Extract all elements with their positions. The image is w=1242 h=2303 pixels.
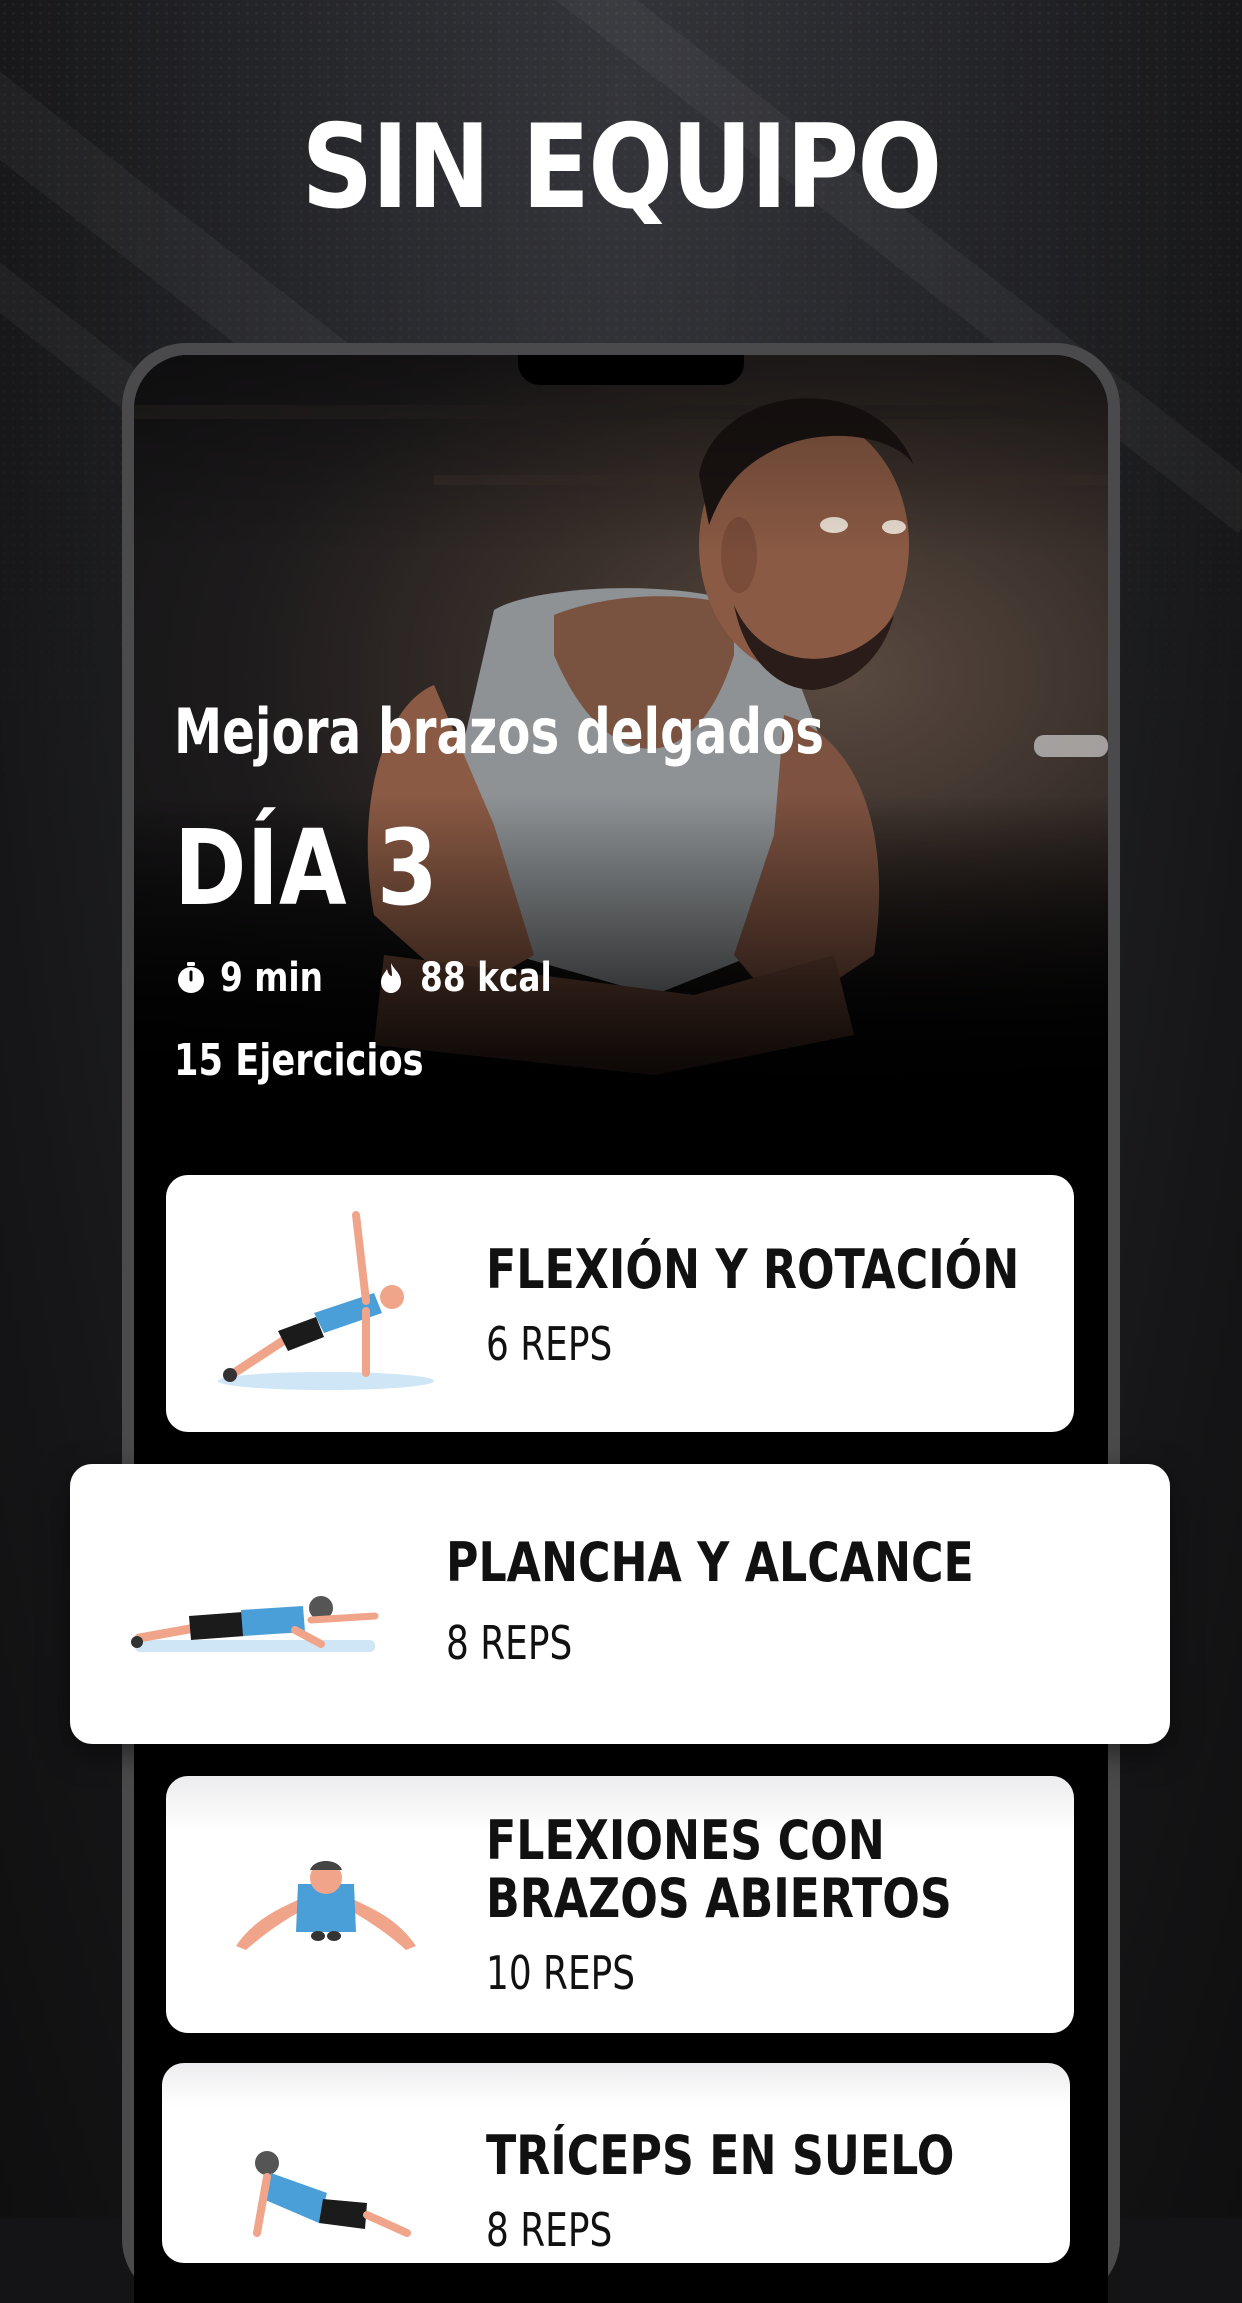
exercise-card-highlighted[interactable]: PLANCHA Y ALCANCE 8 REPS (70, 1464, 1170, 1744)
calories-stat: 88 kcal (374, 955, 581, 1001)
exercise-name-line1: FLEXIONES CON (486, 1809, 885, 1872)
exercise-count: 15 Ejercicios (174, 1035, 424, 1086)
exercise-reps: 6 REPS (486, 1317, 613, 1371)
exercise-illustration (236, 1861, 416, 1950)
exercise-name: PLANCHA Y ALCANCE (446, 1531, 974, 1594)
exercise-card[interactable]: FLEXIONES CON BRAZOS ABIERTOS 10 REPS (166, 1776, 1074, 2033)
day-label: DÍA 3 (174, 807, 438, 929)
flame-icon (381, 963, 401, 993)
exercise-name: FLEXIÓN Y ROTACIÓN (486, 1238, 1020, 1301)
exercise-reps: 8 REPS (486, 2203, 613, 2257)
exercise-reps: 10 REPS (486, 1946, 636, 2000)
exercise-card[interactable]: FLEXIÓN Y ROTACIÓN 6 REPS (166, 1175, 1074, 1432)
exercise-card[interactable]: TRÍCEPS EN SUELO 8 REPS (162, 2063, 1070, 2263)
exercise-illustration (131, 1596, 379, 1652)
exercise-name: TRÍCEPS EN SUELO (486, 2124, 955, 2187)
exercise-illustration (218, 1211, 434, 1390)
duration-value: 9 min (220, 955, 324, 1001)
exercise-reps: 8 REPS (446, 1616, 573, 1670)
hero-banner[interactable]: Mejora brazos delgados DÍA 3 9 min 88 kc… (134, 355, 1108, 1155)
exercise-name-line2: BRAZOS ABIERTOS (486, 1867, 952, 1930)
exercise-illustration (253, 2151, 411, 2237)
program-title: Mejora brazos delgados (174, 695, 825, 768)
calories-value: 88 kcal (420, 955, 552, 1001)
stopwatch-icon (178, 962, 204, 993)
duration-stat: 9 min (174, 955, 346, 1001)
page-headline: SIN EQUIPO (301, 100, 942, 235)
phone-notch (518, 355, 744, 385)
